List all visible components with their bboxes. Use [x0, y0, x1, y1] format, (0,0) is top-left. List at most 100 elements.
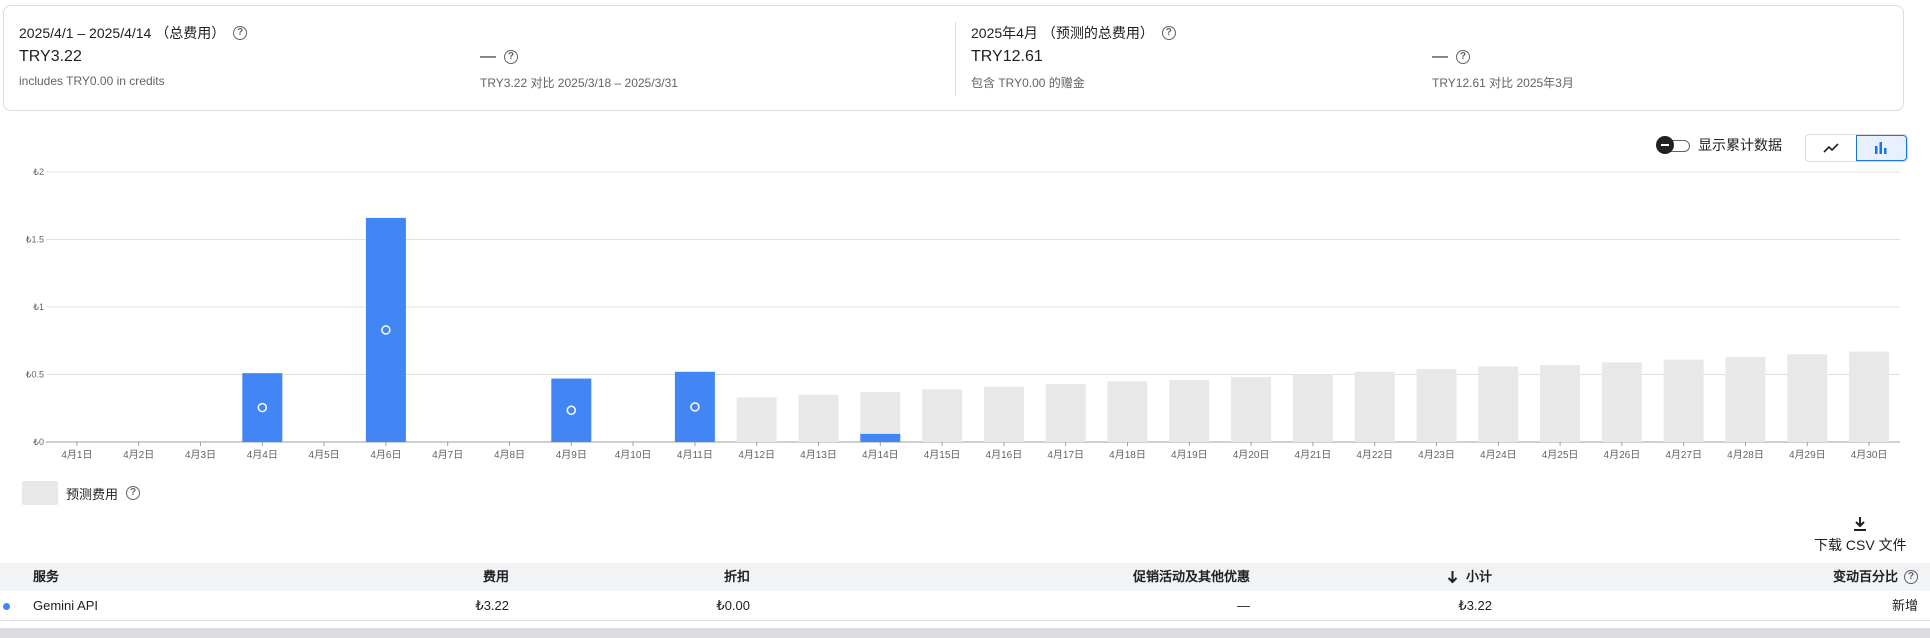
column-header-discount[interactable]: 折扣 [724, 563, 750, 591]
forecast-bar [1725, 356, 1766, 442]
summary-left-credits: includes TRY0.00 in credits [19, 74, 165, 88]
y-tick-label: ₺2 [33, 167, 44, 177]
download-icon [1853, 516, 1867, 532]
cumulative-toggle-label: 显示累计数据 [1698, 137, 1782, 153]
help-icon[interactable]: ? [1161, 26, 1176, 40]
help-icon[interactable]: ? [233, 26, 248, 40]
cost-bar-chart: ₺0 ₺0.5 ₺1 ₺1.5 ₺2 4月1日 4月2日 4月3日 4月4日 4月5日 4月6日 4月… [26, 167, 1900, 461]
actual-bar [551, 378, 592, 442]
x-tick-label: 4月12日 [738, 449, 775, 461]
summary-left-title: 2025/4/1 – 2025/4/14 （总费用） [19, 25, 226, 41]
forecast-bar [1849, 351, 1890, 442]
bottom-scrollbar[interactable] [0, 628, 1930, 638]
forecast-bar [1231, 377, 1272, 442]
bar-chart-button[interactable] [1855, 135, 1907, 161]
bar-chart-icon [1875, 142, 1887, 154]
forecast-bar [1540, 365, 1581, 442]
x-tick-label: 4月14日 [862, 449, 899, 461]
forecast-bar [1169, 379, 1210, 442]
summary-left-value: TRY3.22 [19, 48, 82, 65]
cumulative-toggle[interactable] [1656, 136, 1692, 154]
x-tick-label: 4月26日 [1604, 449, 1641, 461]
cumulative-toggle-row: 显示累计数据 [1656, 135, 1782, 155]
x-tick-label: 4月3日 [185, 449, 216, 461]
actual-bar [242, 373, 283, 442]
summary-right-delta-row: — ? [1432, 48, 1470, 66]
x-tick-label: 4月21日 [1295, 449, 1332, 461]
summary-left-delta: — [480, 48, 496, 65]
x-tick-label: 4月1日 [61, 449, 92, 461]
x-tick-label: 4月28日 [1727, 449, 1764, 461]
cell-cost: ₺3.22 [475, 598, 509, 613]
download-csv-label: 下载 CSV 文件 [1814, 537, 1907, 553]
cell-discount: ₺0.00 [716, 598, 750, 613]
legend-forecast-swatch [22, 481, 58, 505]
table-header-row: 服务 费用 折扣 促销活动及其他优惠 小计 变动百分比 ? [0, 563, 1930, 591]
forecast-bar [1354, 371, 1395, 442]
x-tick-label: 4月11日 [677, 449, 713, 461]
x-tick-label: 4月8日 [494, 449, 525, 461]
forecast-bar [983, 386, 1024, 442]
x-tick-label: 4月13日 [800, 449, 837, 461]
x-tick-label: 4月9日 [556, 449, 587, 461]
x-tick-label: 4月30日 [1851, 449, 1888, 461]
column-header-subtotal[interactable]: 小计 [1447, 563, 1492, 591]
y-tick-label: ₺1.5 [26, 235, 44, 245]
cell-service: Gemini API [33, 598, 99, 613]
help-icon[interactable]: ? [1456, 50, 1470, 64]
help-icon[interactable]: ? [126, 486, 141, 500]
table-row[interactable]: Gemini API ₺3.22 ₺0.00 — ₺3.22 新增 [0, 591, 1930, 621]
x-tick-label: 4月6日 [370, 449, 401, 461]
column-header-change-label: 变动百分比 [1832, 569, 1898, 584]
column-header-promo[interactable]: 促销活动及其他优惠 [1133, 563, 1250, 591]
x-tick-label: 4月19日 [1171, 449, 1208, 461]
help-icon[interactable]: ? [1904, 570, 1918, 584]
forecast-bar [1478, 366, 1519, 442]
forecast-bar [1292, 374, 1333, 442]
summary-right-value: TRY12.61 [971, 48, 1043, 65]
forecast-bar [1787, 354, 1828, 442]
x-tick-label: 4月17日 [1047, 449, 1084, 461]
x-tick-label: 4月27日 [1665, 449, 1702, 461]
y-tick-label: ₺1 [33, 302, 44, 312]
x-tick-label: 4月18日 [1109, 449, 1146, 461]
legend-forecast-label: 预测费用 [66, 486, 119, 502]
chart-type-switch [1805, 134, 1908, 162]
column-header-service[interactable]: 服务 [33, 563, 59, 591]
line-chart-button[interactable] [1806, 135, 1856, 161]
summary-right-title: 2025年4月 （预测的总费用） [971, 25, 1154, 41]
y-tick-label: ₺0.5 [26, 370, 44, 380]
x-tick-label: 4月10日 [615, 449, 652, 461]
summary-right-title-row: 2025年4月 （预测的总费用） ? [971, 23, 1176, 43]
line-chart-icon [1823, 143, 1839, 153]
forecast-bar [1045, 383, 1086, 442]
x-tick-label: 4月16日 [986, 449, 1023, 461]
x-tick-label: 4月25日 [1542, 449, 1579, 461]
column-header-subtotal-label: 小计 [1465, 569, 1492, 584]
cell-subtotal: ₺3.22 [1458, 598, 1492, 613]
column-header-change[interactable]: 变动百分比 ? [1833, 563, 1918, 591]
forecast-bar [1663, 359, 1704, 442]
x-tick-label: 4月23日 [1418, 449, 1455, 461]
summary-left-title-row: 2025/4/1 – 2025/4/14 （总费用） ? [19, 23, 248, 43]
y-tick-label: ₺0 [33, 437, 44, 447]
actual-bar [365, 217, 406, 442]
x-tick-label: 4月2日 [123, 449, 154, 461]
cell-promo: — [1237, 598, 1250, 613]
summary-divider [955, 22, 956, 96]
summary-right-credits: 包含 TRY0.00 的赠金 [971, 76, 1085, 90]
toggle-knob [1656, 136, 1674, 154]
summary-right-delta: — [1432, 48, 1448, 65]
sort-arrow-down-icon [1447, 571, 1458, 584]
chart-legend: 预测费用 ? [22, 481, 141, 505]
summary-right-delta-compare: TRY12.61 对比 2025年3月 [1432, 76, 1574, 90]
column-header-cost[interactable]: 费用 [483, 563, 509, 591]
download-csv-button[interactable]: 下载 CSV 文件 [1814, 516, 1907, 555]
forecast-bar [736, 397, 777, 442]
x-tick-label: 4月22日 [1356, 449, 1393, 461]
actual-bar [860, 433, 901, 442]
x-tick-label: 4月15日 [924, 449, 961, 461]
x-tick-label: 4月7日 [432, 449, 463, 461]
help-icon[interactable]: ? [504, 50, 518, 64]
forecast-bar [1416, 369, 1457, 442]
